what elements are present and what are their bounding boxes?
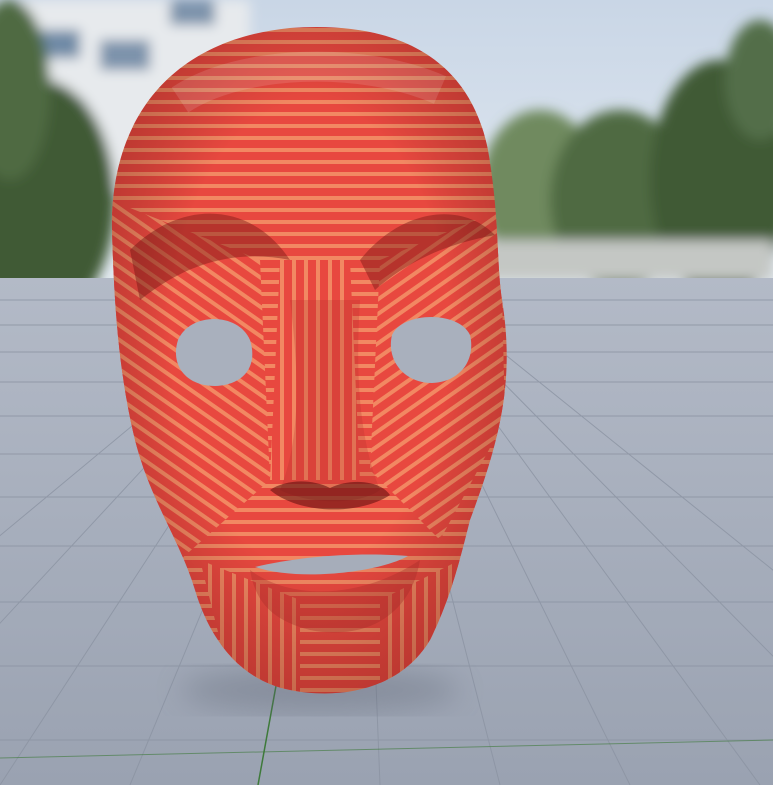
scene-canvas — [0, 0, 773, 785]
left-eye-hole — [175, 319, 253, 386]
viewport-scene — [0, 0, 773, 785]
